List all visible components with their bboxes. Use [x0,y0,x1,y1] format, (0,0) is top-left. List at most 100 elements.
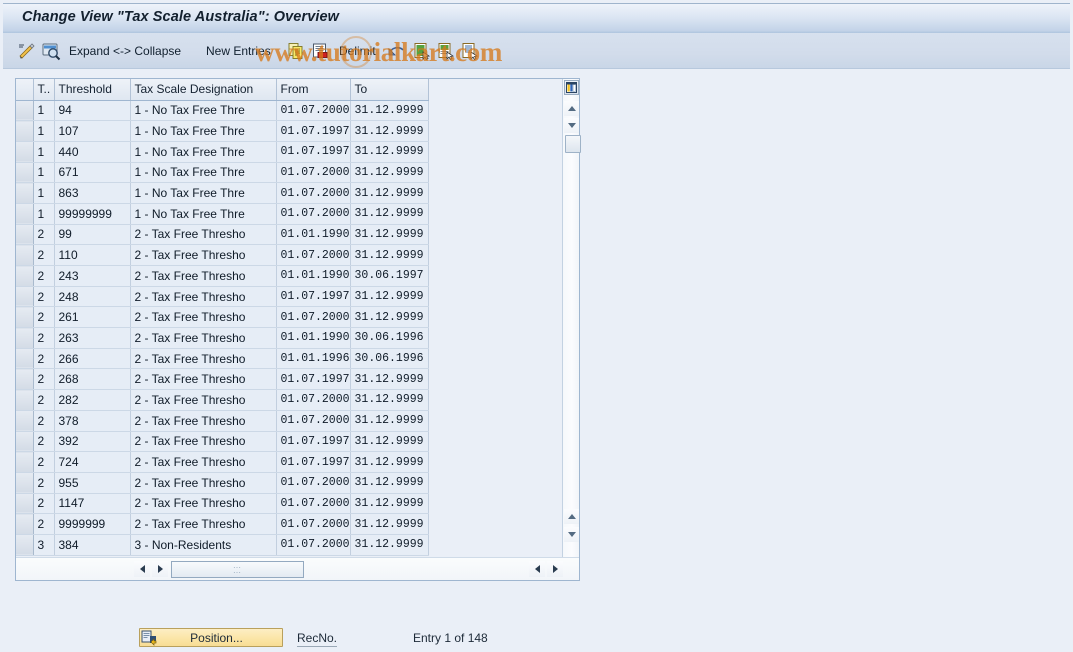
row-threshold[interactable]: 955 [54,472,131,494]
row-t[interactable]: 2 [33,410,55,432]
row-threshold[interactable]: 1147 [54,493,131,515]
row-t[interactable]: 2 [33,451,55,473]
recno-label[interactable]: RecNo. [297,631,338,647]
row-t[interactable]: 2 [33,472,55,494]
row-threshold[interactable]: 671 [54,162,131,184]
row-from[interactable]: 01.01.1996 [276,348,351,370]
row-designation[interactable]: 2 - Tax Free Thresho [130,493,277,515]
table-row[interactable]: 2 110 2 - Tax Free Thresho 01.07.2000 31.12.… [16,244,429,266]
horizontal-scroll-thumb[interactable]: ⋯ ⋯ [171,561,304,578]
row-to[interactable]: 31.12.9999 [350,389,429,411]
row-select-cell[interactable] [16,182,34,204]
header-from[interactable]: From [276,79,351,101]
row-t[interactable]: 2 [33,493,55,515]
row-t[interactable]: 3 [33,534,55,556]
row-threshold[interactable]: 440 [54,141,131,163]
row-select-cell[interactable] [16,368,34,391]
row-t[interactable]: 2 [33,389,55,411]
row-designation[interactable]: 2 - Tax Free Thresho [130,513,277,535]
row-from[interactable]: 01.07.2000 [276,534,351,556]
row-from[interactable]: 01.01.1990 [276,327,351,349]
table-row[interactable]: 1 863 1 - No Tax Free Thre 01.07.2000 31.12.… [16,182,429,204]
table-row[interactable]: 2 392 2 - Tax Free Thresho 01.07.1997 31.12.… [16,431,429,453]
row-threshold[interactable]: 282 [54,389,131,411]
row-from[interactable]: 01.07.1997 [276,286,351,308]
row-to[interactable]: 31.12.9999 [350,368,429,391]
row-to[interactable]: 31.12.9999 [350,244,429,266]
table-row[interactable]: 1 99999999 1 - No Tax Free Thre 01.07.2000 3… [16,203,429,225]
delete-row-button[interactable] [311,33,331,69]
row-threshold[interactable]: 110 [54,244,131,266]
row-designation[interactable]: 2 - Tax Free Thresho [130,224,277,246]
table-row[interactable]: 2 9999999 2 - Tax Free Thresho 01.07.2000 31… [16,513,429,535]
row-from[interactable]: 01.01.1990 [276,224,351,246]
row-t[interactable]: 1 [33,120,55,142]
copy-button[interactable] [286,33,306,69]
row-designation[interactable]: 2 - Tax Free Thresho [130,265,277,287]
row-threshold[interactable]: 384 [54,534,131,556]
row-to[interactable]: 31.12.9999 [350,224,429,246]
row-from[interactable]: 01.07.2000 [276,513,351,535]
row-t[interactable]: 2 [33,513,55,535]
details-button[interactable] [41,33,61,69]
row-select-cell[interactable] [16,513,34,535]
grid-configuration-button[interactable] [564,80,579,95]
row-from[interactable]: 01.07.1997 [276,451,351,473]
hscroll-left-button[interactable] [134,561,150,577]
row-threshold[interactable]: 863 [54,182,131,204]
position-button[interactable]: Position... [139,628,283,647]
table-row[interactable]: 2 378 2 - Tax Free Thresho 01.07.2000 31.12.… [16,410,429,432]
row-from[interactable]: 01.07.2000 [276,472,351,494]
scroll-page-down-button[interactable] [564,527,579,542]
table-row[interactable]: 2 263 2 - Tax Free Thresho 01.01.1990 30.06.… [16,327,429,349]
row-designation[interactable]: 2 - Tax Free Thresho [130,327,277,349]
row-t[interactable]: 1 [33,162,55,184]
vertical-scrollbar[interactable] [562,79,581,557]
row-threshold[interactable]: 392 [54,431,131,453]
row-to[interactable]: 30.06.1997 [350,265,429,287]
row-from[interactable]: 01.07.2000 [276,203,351,225]
row-designation[interactable]: 1 - No Tax Free Thre [130,100,277,122]
row-to[interactable]: 31.12.9999 [350,162,429,184]
row-select-cell[interactable] [16,203,34,225]
row-to[interactable]: 31.12.9999 [350,203,429,225]
table-row[interactable]: 1 671 1 - No Tax Free Thre 01.07.2000 31.12.… [16,162,429,184]
table-row[interactable]: 1 94 1 - No Tax Free Thre 01.07.2000 31.12.9… [16,100,429,122]
row-to[interactable]: 31.12.9999 [350,286,429,308]
row-from[interactable]: 01.07.2000 [276,410,351,432]
table-row[interactable]: 1 107 1 - No Tax Free Thre 01.07.1997 31.12.… [16,120,429,142]
header-threshold[interactable]: Threshold [54,79,131,101]
row-t[interactable]: 2 [33,348,55,370]
undo-button[interactable] [386,33,406,69]
row-select-cell[interactable] [16,410,34,432]
row-select-cell[interactable] [16,265,34,287]
row-to[interactable]: 31.12.9999 [350,306,429,329]
row-t[interactable]: 2 [33,327,55,349]
row-select-cell[interactable] [16,244,34,266]
row-threshold[interactable]: 99999999 [54,203,131,225]
scroll-page-up-button[interactable] [564,509,579,524]
row-select-cell[interactable] [16,534,34,556]
row-designation[interactable]: 2 - Tax Free Thresho [130,348,277,370]
row-t[interactable]: 1 [33,141,55,163]
row-select-cell[interactable] [16,306,34,329]
row-from[interactable]: 01.07.2000 [276,182,351,204]
table-row[interactable]: 2 248 2 - Tax Free Thresho 01.07.1997 31.12.… [16,286,429,308]
row-select-cell[interactable] [16,224,34,246]
row-designation[interactable]: 2 - Tax Free Thresho [130,368,277,391]
row-threshold[interactable]: 261 [54,306,131,329]
row-to[interactable]: 31.12.9999 [350,120,429,142]
header-designation[interactable]: Tax Scale Designation [130,79,277,101]
table-row[interactable]: 2 268 2 - Tax Free Thresho 01.07.1997 31.12.… [16,368,429,391]
table-row[interactable]: 2 261 2 - Tax Free Thresho 01.07.2000 31.12.… [16,306,429,329]
row-t[interactable]: 2 [33,306,55,329]
row-t[interactable]: 2 [33,244,55,266]
row-from[interactable]: 01.07.1997 [276,368,351,391]
row-t[interactable]: 1 [33,203,55,225]
row-t[interactable]: 2 [33,286,55,308]
hscroll-right-button-2[interactable] [547,561,563,577]
row-threshold[interactable]: 243 [54,265,131,287]
row-threshold[interactable]: 268 [54,368,131,391]
row-select-cell[interactable] [16,493,34,515]
table-row[interactable]: 3 384 3 - Non-Residents 01.07.2000 31.12.999… [16,534,429,556]
